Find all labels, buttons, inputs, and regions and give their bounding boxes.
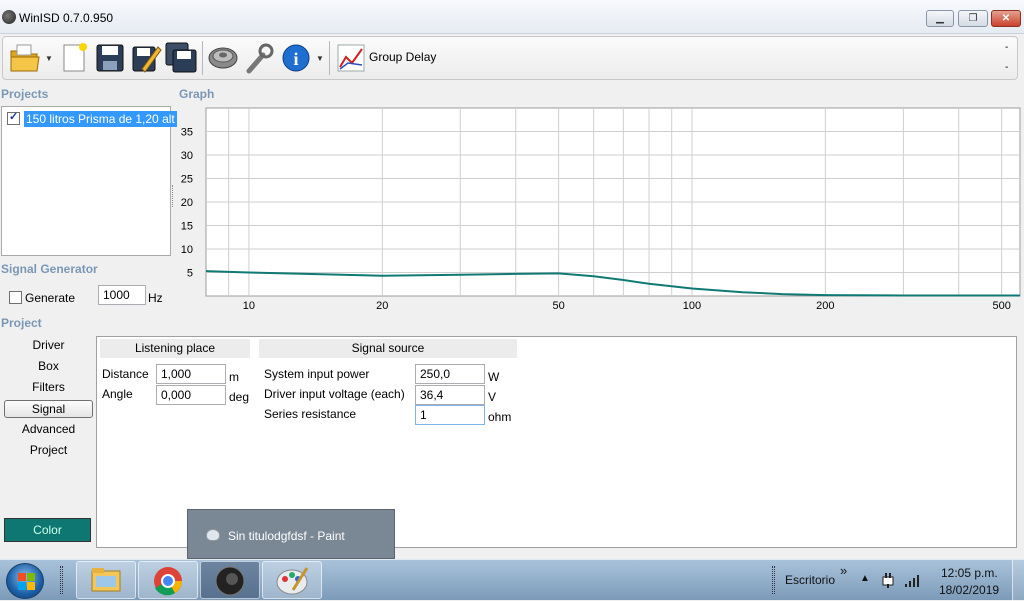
signal-generator-heading: Signal Generator (1, 262, 98, 276)
open-dropdown-arrow-icon[interactable]: ▼ (45, 54, 53, 63)
x-tick-label: 50 (552, 300, 564, 312)
power-label: System input power (264, 367, 370, 381)
title-bar: WinISD 0.7.0.950 ▁ ❐ ✕ (0, 0, 1024, 34)
minimize-button[interactable]: ▁ (926, 10, 954, 27)
y-tick-label: 35 (181, 127, 193, 139)
chart-svg: 5 10 15 20 25 30 35 10 20 50 100 200 500 (181, 107, 1021, 312)
maximize-button[interactable]: ❐ (958, 10, 988, 27)
info-dropdown-arrow-icon[interactable]: ▼ (316, 54, 324, 63)
distance-input[interactable]: 1,000 (156, 364, 226, 384)
nav-signal[interactable]: Signal (4, 400, 93, 418)
new-document-icon[interactable] (59, 41, 91, 75)
color-button[interactable]: Color (4, 518, 91, 542)
project-heading: Project (1, 316, 42, 330)
angle-unit: deg (229, 390, 250, 404)
graph-type-label[interactable]: Group Delay (369, 50, 436, 64)
start-button[interactable] (6, 563, 44, 599)
x-tick-label: 20 (376, 300, 388, 312)
paint-icon[interactable] (262, 561, 322, 599)
clock-date[interactable]: 18/02/2019 (939, 583, 999, 597)
driver-icon[interactable] (207, 41, 239, 75)
y-tick-label: 20 (181, 197, 193, 209)
splitter-handle[interactable] (172, 185, 175, 207)
signal-source-header: Signal source (259, 339, 517, 358)
windows-logo-blue (18, 582, 26, 590)
taskbar-preview-tooltip[interactable]: Sin titulodgfdsf - Paint (187, 509, 395, 559)
resistance-label: Series resistance (264, 407, 357, 421)
winisd-icon[interactable] (200, 561, 260, 599)
resistance-input[interactable]: 1 (415, 405, 485, 425)
power-unit: W (488, 370, 500, 384)
projects-list[interactable]: 150 litros Prisma de 1,20 alt (1, 106, 177, 256)
toolbar: ▼ i ▼ Group Delay - - (2, 36, 1018, 80)
save-all-icon[interactable] (165, 41, 197, 75)
x-tick-label: 200 (816, 300, 834, 312)
distance-label: Distance (102, 367, 149, 381)
generate-checkbox[interactable] (9, 291, 22, 304)
y-tick-label: 5 (187, 268, 193, 280)
tools-icon[interactable] (243, 41, 275, 75)
toolbar-chevron-icon[interactable]: » (840, 563, 847, 578)
y-tick-label: 10 (181, 244, 193, 256)
windows-logo-green (27, 573, 35, 581)
explorer-icon[interactable] (76, 561, 136, 599)
voltage-input[interactable]: 36,4 (415, 385, 485, 405)
toolbar-separator (329, 41, 330, 75)
power-input[interactable]: 250,0 (415, 364, 485, 384)
x-tick-label: 500 (992, 300, 1010, 312)
clock-time[interactable]: 12:05 p.m. (941, 566, 998, 580)
save-icon[interactable] (94, 41, 126, 75)
winisd-app-icon (2, 10, 16, 24)
angle-input[interactable]: 0,000 (156, 385, 226, 405)
angle-label: Angle (102, 387, 133, 401)
open-folder-icon[interactable] (9, 41, 41, 75)
y-tick-label: 15 (181, 221, 193, 233)
x-tick-label: 10 (243, 300, 255, 312)
paint-app-icon (206, 529, 220, 541)
group-delay-chart[interactable]: 5 10 15 20 25 30 35 10 20 50 100 200 500 (177, 104, 1022, 316)
distance-unit: m (229, 370, 239, 384)
nav-driver[interactable]: Driver (4, 337, 93, 355)
windows-logo-red (18, 573, 26, 581)
taskbar: Escritorio » ▲ 12:05 p.m. 18/02/2019 (0, 559, 1024, 601)
tooltip-label: Sin titulodgfdsf - Paint (228, 529, 345, 543)
graph-heading: Graph (179, 87, 215, 101)
nav-filters[interactable]: Filters (4, 379, 93, 397)
desktop-toolbar-label[interactable]: Escritorio (785, 573, 835, 587)
toolbar-separator (202, 41, 203, 75)
frequency-unit: Hz (148, 291, 163, 305)
voltage-label: Driver input voltage (each) (264, 387, 405, 401)
show-desktop-button[interactable] (1012, 560, 1024, 601)
nav-advanced[interactable]: Advanced (4, 421, 93, 439)
chrome-icon[interactable] (138, 561, 198, 599)
signal-strength-icon[interactable] (904, 572, 922, 588)
nav-project[interactable]: Project (4, 442, 93, 460)
y-tick-label: 25 (181, 174, 193, 186)
nav-box[interactable]: Box (4, 358, 93, 376)
generate-label: Generate (25, 291, 76, 305)
y-tick-label: 30 (181, 150, 193, 162)
project-item-label[interactable]: 150 litros Prisma de 1,20 alt (24, 111, 177, 127)
project-checkbox[interactable] (7, 110, 20, 125)
toolbar-dash-bottom: - (1005, 62, 1009, 73)
window-title: WinISD 0.7.0.950 (19, 11, 114, 25)
power-plug-icon[interactable] (880, 572, 896, 588)
frequency-input[interactable]: 1000 (98, 285, 146, 305)
projects-heading: Projects (1, 87, 49, 101)
x-tick-label: 100 (683, 300, 701, 312)
close-button[interactable]: ✕ (991, 10, 1021, 27)
resistance-unit: ohm (488, 410, 512, 424)
svg-text:i: i (293, 49, 298, 69)
taskbar-toolbar-grip[interactable] (772, 566, 775, 594)
info-icon[interactable]: i (280, 41, 312, 75)
graph-icon[interactable] (335, 41, 367, 75)
voltage-unit: V (488, 390, 497, 404)
show-hidden-icons-icon[interactable]: ▲ (860, 573, 870, 584)
taskbar-grip[interactable] (60, 566, 63, 594)
edit-icon[interactable] (130, 41, 162, 75)
toolbar-dash-top: - (1005, 42, 1009, 53)
windows-logo-yellow (27, 582, 35, 590)
listening-place-header: Listening place (100, 339, 250, 358)
